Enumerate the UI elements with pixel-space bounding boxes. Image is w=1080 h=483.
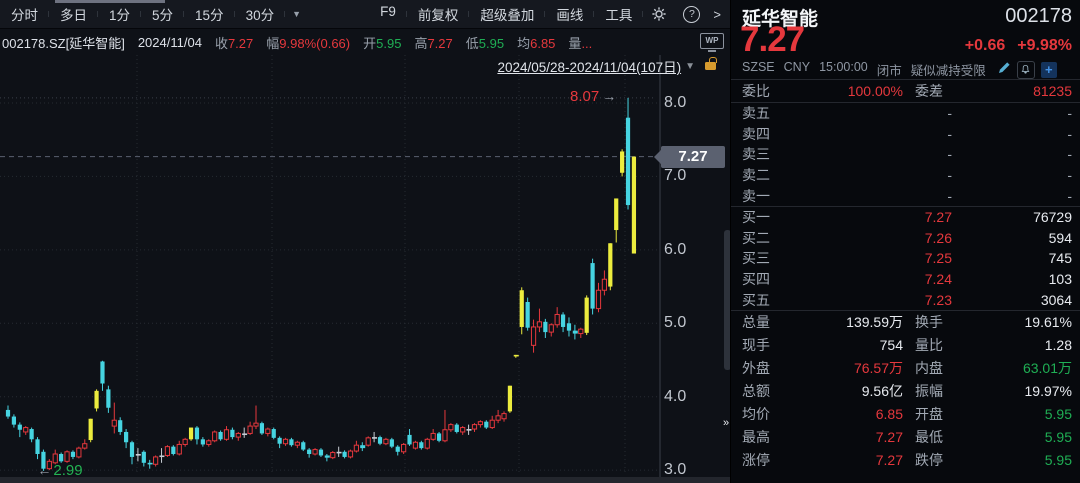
quote-panel: 延华智能 002178 7.27 +0.66 +9.98% SZSE CNY 15:…	[730, 0, 1080, 483]
candlestick-chart[interactable]: 2024/05/28-2024/11/04(107日) ▼ 8.07 → ← 2…	[0, 55, 730, 483]
stat-row: 总量139.59万换手19.61%	[731, 311, 1080, 334]
status-token: 疑似减持受限	[911, 60, 986, 79]
tab-period-1[interactable]: 多日	[49, 4, 98, 24]
period-toolbar: 分时多日1分5分15分30分 ▼ F9前复权超级叠加画线工具 ? >	[0, 0, 730, 29]
stat-row: 均价6.85开盘5.95	[731, 403, 1080, 426]
quote-info-bar: 002178.SZ[延华智能] 2024/11/04 收7.27 幅9.98%(0…	[0, 29, 732, 55]
quote-field-6: 量...	[568, 33, 592, 52]
tab-period-3[interactable]: 5分	[141, 4, 184, 24]
bid-row[interactable]: 买一7.2776729	[731, 207, 1080, 228]
tool-button-0[interactable]: F9	[369, 4, 407, 24]
date-range-caret-icon[interactable]: ▼	[685, 61, 695, 72]
ask-row[interactable]: 卖四--	[731, 124, 1080, 145]
stat-row: 最高7.27最低5.95	[731, 425, 1080, 448]
tab-period-5[interactable]: 30分	[235, 4, 286, 24]
weibi-row: 委比100.00%委差81235	[731, 80, 1080, 102]
date-range-selector[interactable]: 2024/05/28-2024/11/04(107日) ▼	[497, 56, 716, 76]
ask-row[interactable]: 卖三--	[731, 144, 1080, 165]
market-status-row: SZSE CNY 15:00:00 闭市疑似减持受限 +	[731, 60, 1080, 79]
tool-button-4[interactable]: 工具	[594, 4, 643, 24]
tool-buttons: F9前复权超级叠加画线工具	[369, 4, 643, 24]
panel-collapse-icon[interactable]: »	[723, 417, 729, 429]
stat-row: 涨停7.27跌停5.95	[731, 448, 1080, 471]
bid-row[interactable]: 买四7.24103	[731, 269, 1080, 290]
bid-row[interactable]: 买五7.233064	[731, 289, 1080, 310]
quote-field-5: 均6.85	[517, 33, 555, 52]
change-amount: +0.66	[965, 37, 1005, 55]
price-change: +0.66 +9.98%	[965, 37, 1072, 55]
horizontal-scrollbar[interactable]	[0, 477, 730, 483]
stats-grid: 总量139.59万换手19.61%现手754量比1.28外盘76.57万内盘63…	[731, 311, 1080, 471]
tab-period-0[interactable]: 分时	[0, 4, 49, 24]
wp-monitor-icon[interactable]: WP	[700, 33, 724, 52]
weibi-row-wrap: 委比100.00%委差81235	[731, 80, 1080, 102]
status-token: CNY	[784, 60, 810, 79]
period-more-caret-icon[interactable]: ▼	[285, 9, 308, 19]
stat-row: 总额9.56亿振幅19.97%	[731, 380, 1080, 403]
stock-app-window: 分时多日1分5分15分30分 ▼ F9前复权超级叠加画线工具 ? > 00217…	[0, 0, 1080, 483]
alert-bell-icon[interactable]	[1017, 61, 1035, 79]
last-price-tag: 7.27	[661, 146, 725, 168]
quote-field-3: 高7.27	[414, 33, 452, 52]
bid-row[interactable]: 买二7.26594	[731, 228, 1080, 249]
ask-book: 卖五--卖四--卖三--卖二--卖一--	[731, 103, 1080, 206]
status-token: SZSE	[742, 60, 775, 79]
quote-field-0: 收7.27	[215, 33, 253, 52]
stock-code: 002178	[1005, 5, 1072, 28]
tool-button-2[interactable]: 超级叠加	[469, 4, 545, 24]
high-price-annotation: 8.07 →	[570, 88, 616, 105]
tool-button-3[interactable]: 画线	[545, 4, 594, 24]
period-tabs: 分时多日1分5分15分30分	[0, 4, 285, 24]
ohlc-values: 收7.27 幅9.98%(0.66) 开5.95 高7.27 低5.95 均6.85 量..…	[215, 33, 605, 52]
tab-period-4[interactable]: 15分	[184, 4, 235, 24]
kline-svg	[0, 55, 730, 477]
y-axis-tick: 8.0	[664, 94, 686, 112]
settings-gear-icon[interactable]	[643, 6, 675, 22]
tool-button-1[interactable]: 前复权	[407, 4, 470, 24]
quote-field-1: 幅9.98%(0.66)	[266, 33, 350, 52]
y-axis-tick: 5.0	[664, 314, 686, 332]
window-tab-remnant	[55, 0, 165, 3]
session-date: 2024/11/04	[138, 35, 202, 50]
toolbar-right-group: F9前复权超级叠加画线工具 ? >	[369, 4, 730, 24]
quote-field-4: 低5.95	[466, 33, 504, 52]
add-watchlist-icon[interactable]: +	[1041, 62, 1057, 78]
toolbar-expand-icon[interactable]: >	[708, 7, 730, 22]
edit-pencil-icon[interactable]	[997, 61, 1011, 78]
symbol-label: 002178.SZ[延华智能]	[2, 33, 125, 52]
ask-row[interactable]: 卖二--	[731, 165, 1080, 186]
y-axis-tick: 4.0	[664, 388, 686, 406]
stat-row: 现手754量比1.28	[731, 334, 1080, 357]
status-token: 15:00:00	[819, 60, 868, 79]
y-axis-tick: 7.0	[664, 167, 686, 185]
market-status-text: SZSE CNY 15:00:00 闭市疑似减持受限	[742, 60, 986, 79]
help-icon[interactable]: ?	[675, 6, 708, 23]
tab-period-2[interactable]: 1分	[98, 4, 141, 24]
status-token: 闭市	[877, 60, 902, 79]
change-percent: +9.98%	[1017, 37, 1072, 55]
y-axis-tick: 6.0	[664, 241, 686, 259]
unlock-icon[interactable]	[705, 62, 716, 70]
bid-row[interactable]: 买三7.25745	[731, 248, 1080, 269]
bid-book: 买一7.2776729买二7.26594买三7.25745买四7.24103买五…	[731, 207, 1080, 310]
quote-header: 延华智能 002178 7.27 +0.66 +9.98%	[731, 0, 1080, 60]
ask-row[interactable]: 卖五--	[731, 103, 1080, 124]
ask-row[interactable]: 卖一--	[731, 185, 1080, 206]
stat-row: 外盘76.57万内盘63.01万	[731, 357, 1080, 380]
last-price: 7.27	[740, 20, 804, 60]
quote-field-2: 开5.95	[363, 33, 401, 52]
